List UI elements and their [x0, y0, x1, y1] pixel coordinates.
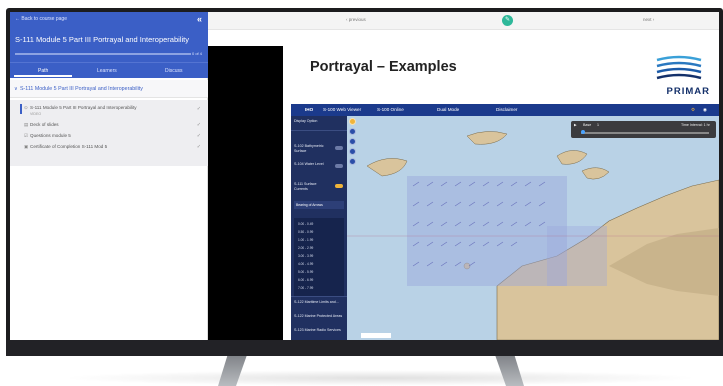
legend-entry: 0.00 - 0.49 — [298, 222, 314, 226]
viewer-title[interactable]: S-100 Web Viewer — [323, 107, 361, 112]
play-icon[interactable]: ▶ — [574, 123, 577, 127]
toggle-s111[interactable] — [335, 184, 343, 188]
primar-logo-text: PRIMAR — [666, 86, 710, 97]
active-tab-indicator — [14, 75, 72, 77]
video-slide[interactable]: Portrayal – Examples PRIMAR IHO S-100 We… — [283, 46, 719, 340]
chart-map[interactable] — [347, 116, 719, 340]
scale-indicator — [361, 333, 391, 338]
lesson-item-questions[interactable]: ☑ Questions module 5 — [24, 133, 71, 139]
layer-s102[interactable]: S-102 Bathymetric Surface — [294, 144, 330, 153]
layer-s104[interactable]: S-104 Water Level — [294, 162, 330, 167]
legend-entry: 3.00 - 3.99 — [298, 254, 314, 258]
time-slider-track[interactable] — [581, 132, 709, 134]
info-icon[interactable] — [349, 158, 356, 165]
zoom-in-icon[interactable] — [349, 128, 356, 135]
check-icon: ✓ — [196, 106, 201, 112]
check-icon: ✓ — [196, 133, 201, 139]
lesson-type: VIDEO — [30, 112, 42, 116]
viewer-header: IHO S-100 Web Viewer S-100 Online Dual M… — [291, 104, 719, 116]
legend-entry: 4.00 - 4.99 — [298, 262, 314, 266]
course-sidebar: ← Back to course page « S-111 Module 5 P… — [10, 12, 208, 340]
lesson-label: S-111 Module 5 Part III Portrayal and In… — [30, 105, 137, 110]
time-step[interactable]: 1 — [597, 123, 599, 127]
stage: ← Back to course page « S-111 Module 5 P… — [0, 0, 723, 386]
toggle-s104[interactable] — [335, 164, 343, 168]
module-label: S-111 Module 5 Part III Portrayal and In… — [20, 86, 143, 92]
next-link[interactable]: next › — [643, 17, 654, 22]
arrow-style-select[interactable]: Bearing of Arrows — [294, 201, 344, 209]
time-mode[interactable]: Base — [583, 123, 591, 127]
tv-bezel-bottom — [6, 340, 723, 356]
lesson-navbar: ‹ previous ✎ next › — [208, 12, 719, 30]
display-option-label[interactable]: Display Option — [294, 119, 317, 124]
divider — [291, 296, 347, 297]
legend-entry: 0.50 - 0.99 — [298, 230, 314, 234]
divider — [291, 130, 347, 131]
slide-title: Portrayal – Examples — [310, 59, 457, 75]
tab-learners[interactable]: Learners — [97, 68, 117, 74]
iho-logo-text: IHO — [305, 107, 314, 112]
zoom-out-icon[interactable] — [349, 138, 356, 145]
lesson-item-certificate[interactable]: ▣ Certificate of Completion S-111 Mod 5 — [24, 144, 107, 150]
tab-discuss[interactable]: Discuss — [165, 68, 183, 74]
time-slider-handle[interactable] — [581, 130, 585, 134]
lesson-item-slides[interactable]: ▤ Deck of slides — [24, 122, 59, 128]
edit-icon[interactable]: ✎ — [502, 15, 513, 26]
lesson-label: Questions module 5 — [30, 133, 71, 138]
course-progress-text: 0 of 4 — [191, 51, 202, 56]
active-lesson-indicator — [20, 104, 22, 114]
settings-icon[interactable]: ⚙ — [691, 107, 695, 113]
collapse-sidebar-icon[interactable]: « — [197, 14, 202, 24]
content-padding — [208, 30, 719, 46]
check-icon: ✓ — [196, 122, 201, 128]
chevron-down-icon: ∨ — [14, 86, 18, 92]
previous-link[interactable]: ‹ previous — [346, 17, 366, 22]
map-tools — [349, 118, 357, 168]
layers-icon[interactable] — [349, 118, 356, 125]
disclaimer-link[interactable]: Disclaimer — [496, 107, 517, 112]
dual-mode-toggle[interactable]: Dual Mode — [437, 107, 459, 112]
lesson-label: Deck of slides — [30, 122, 59, 127]
sidebar-header: ← Back to course page « S-111 Module 5 P… — [10, 12, 208, 62]
back-to-course-link[interactable]: ← Back to course page — [15, 16, 67, 22]
course-title: S-111 Module 5 Part III Portrayal and In… — [15, 35, 189, 44]
lesson-item-video[interactable]: ⊙ S-111 Module 5 Part III Portrayal and I… — [24, 105, 137, 116]
layer-s122-mpa[interactable]: S-122 Marine Protected Areas — [294, 314, 344, 319]
layer-panel: Display Option S-102 Bathymetric Surface… — [291, 116, 347, 340]
measure-icon[interactable] — [349, 148, 356, 155]
layer-s111[interactable]: S-111 Surface Currents — [294, 182, 330, 191]
legend-entry: 7.00 - 7.99 — [298, 286, 314, 290]
time-interval-label: Time Interval: 1 hr — [681, 123, 710, 127]
s100-online-link[interactable]: S-100 Online — [377, 107, 404, 112]
layer-s123[interactable]: S-123 Marine Radio Services — [294, 328, 344, 333]
toggle-s102[interactable] — [335, 146, 343, 150]
layer-s122[interactable]: S-122 Maritime Limits and... — [294, 300, 344, 305]
course-progress-bar — [15, 53, 191, 55]
s100-web-viewer[interactable]: IHO S-100 Web Viewer S-100 Online Dual M… — [291, 104, 719, 340]
user-icon[interactable]: ◉ — [703, 107, 707, 113]
legend-entry: 6.00 - 6.99 — [298, 278, 314, 282]
legend-entry: 1.00 - 1.99 — [298, 238, 314, 242]
tv-shadow — [60, 370, 700, 386]
time-slider-panel: ▶ Base 1 Time Interval: 1 hr — [571, 121, 716, 138]
current-speed-legend: 0.00 - 0.49 0.50 - 0.99 1.00 - 1.99 2.00… — [294, 218, 344, 296]
tab-path[interactable]: Path — [38, 68, 48, 74]
video-letterbox — [208, 46, 283, 340]
legend-entry: 2.00 - 2.99 — [298, 246, 314, 250]
module-row[interactable]: ∨ S-111 Module 5 Part III Portrayal and … — [10, 80, 208, 98]
lesson-label: Certificate of Completion S-111 Mod 5 — [30, 144, 108, 149]
tv-screen: ← Back to course page « S-111 Module 5 P… — [10, 12, 719, 340]
check-icon: ✓ — [196, 144, 201, 150]
legend-entry: 5.00 - 5.99 — [298, 270, 314, 274]
